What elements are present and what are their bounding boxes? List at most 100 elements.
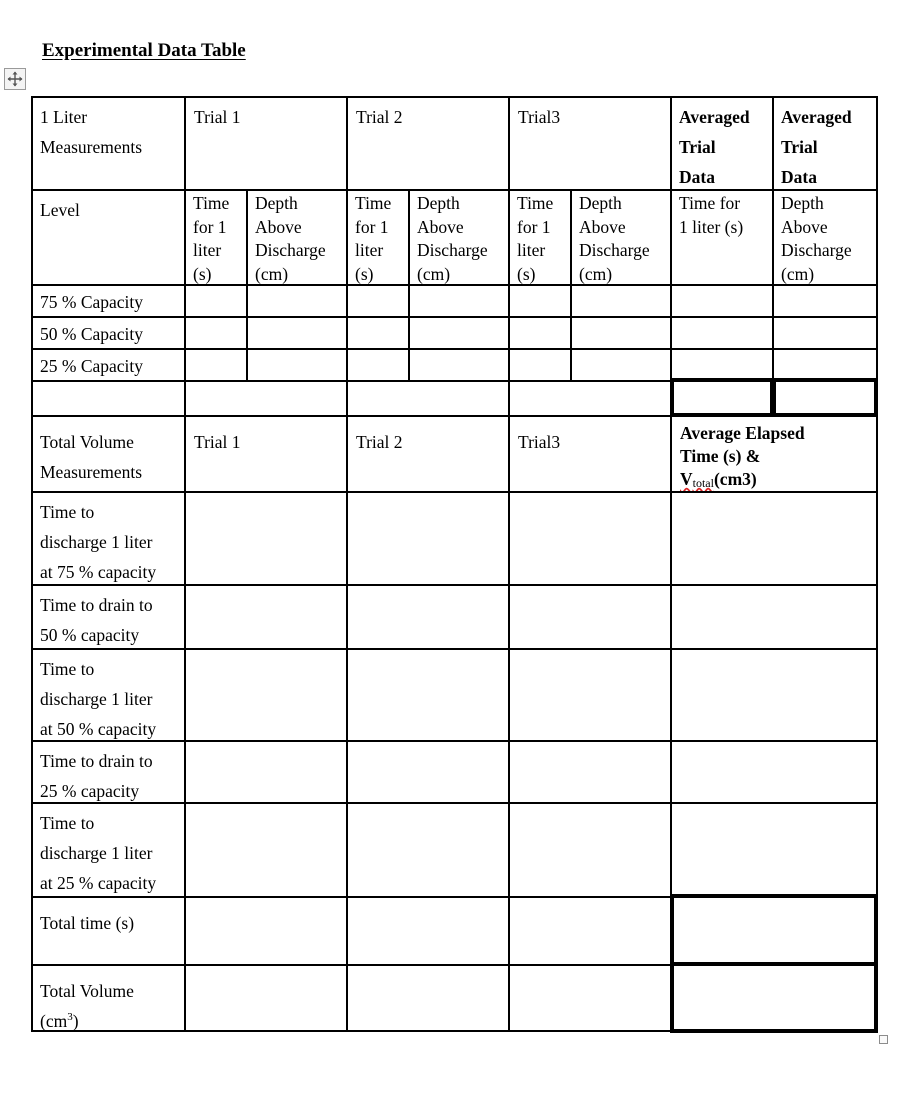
data-entry-cell[interactable] bbox=[347, 318, 409, 348]
data-entry-cell[interactable] bbox=[509, 493, 671, 584]
spacer-cell[interactable] bbox=[509, 382, 671, 415]
data-entry-cell[interactable] bbox=[773, 318, 876, 348]
data-entry-cell[interactable] bbox=[185, 742, 347, 802]
data-entry-cell[interactable] bbox=[185, 898, 347, 964]
data-entry-cell[interactable] bbox=[509, 742, 671, 802]
subheader-line: Above bbox=[417, 216, 464, 237]
average-entry-cell[interactable] bbox=[671, 804, 876, 896]
subheader-trial2-time: Time for 1 liter (s) bbox=[347, 191, 409, 284]
data-entry-cell[interactable] bbox=[347, 586, 509, 648]
spacer-cell[interactable] bbox=[31, 382, 185, 415]
data-entry-cell[interactable] bbox=[185, 586, 347, 648]
capacity-row-label: 75 % Capacity bbox=[40, 292, 144, 312]
trial-label: Trial3 bbox=[518, 107, 561, 127]
subheader-line: Time bbox=[517, 193, 554, 213]
subheader-line: Discharge bbox=[579, 240, 650, 260]
subheader-trial2-depth: Depth Above Discharge (cm) bbox=[409, 191, 509, 284]
emphasis-border bbox=[772, 378, 878, 417]
data-entry-cell[interactable] bbox=[571, 318, 671, 348]
data-entry-cell[interactable] bbox=[671, 286, 773, 316]
data-entry-cell[interactable] bbox=[247, 350, 347, 380]
square-resize-icon[interactable] bbox=[879, 1035, 888, 1044]
data-entry-cell[interactable] bbox=[185, 318, 247, 348]
data-entry-cell[interactable] bbox=[347, 350, 409, 380]
row-label-line: Time to bbox=[40, 502, 95, 522]
subheader-trial3-time: Time for 1 liter (s) bbox=[509, 191, 571, 284]
data-entry-cell[interactable] bbox=[185, 493, 347, 584]
capacity-row-label: 25 % Capacity bbox=[40, 356, 144, 376]
data-entry-cell[interactable] bbox=[347, 966, 509, 1031]
subheader-line: 1 liter (s) bbox=[679, 216, 744, 237]
subheader-line: (cm) bbox=[255, 263, 289, 284]
volume-row-label: Total time (s) bbox=[31, 898, 185, 964]
average-entry-cell[interactable] bbox=[671, 742, 876, 802]
subheader-line: Depth bbox=[417, 193, 460, 213]
averaged-line: Trial bbox=[781, 137, 818, 157]
data-entry-cell[interactable] bbox=[409, 286, 509, 316]
average-entry-cell[interactable] bbox=[671, 586, 876, 648]
trial-label: Trial 1 bbox=[194, 107, 241, 127]
subheader-line: Discharge bbox=[781, 240, 852, 260]
data-entry-cell[interactable] bbox=[347, 650, 509, 740]
data-entry-cell[interactable] bbox=[671, 350, 773, 380]
table-border bbox=[408, 189, 410, 380]
averaged-line: Trial bbox=[679, 137, 716, 157]
average-vtotal-line: Vtotal(cm3) bbox=[680, 468, 868, 491]
data-entry-cell[interactable] bbox=[185, 286, 247, 316]
data-entry-cell[interactable] bbox=[509, 650, 671, 740]
s2-header-trial-3: Trial3 bbox=[509, 417, 671, 491]
table-border bbox=[31, 189, 877, 191]
data-entry-cell[interactable] bbox=[509, 898, 671, 964]
spacer-cell[interactable] bbox=[185, 382, 347, 415]
table-border bbox=[31, 648, 877, 650]
subheader-line: Time for bbox=[679, 193, 741, 213]
s2-header-average: Average Elapsed Time (s) & Vtotal(cm3) bbox=[671, 417, 876, 491]
data-entry-cell[interactable] bbox=[409, 318, 509, 348]
data-entry-cell[interactable] bbox=[247, 318, 347, 348]
data-entry-cell[interactable] bbox=[347, 898, 509, 964]
average-entry-cell[interactable] bbox=[671, 650, 876, 740]
subheader-line: liter bbox=[517, 240, 546, 260]
table-border bbox=[570, 189, 572, 380]
average-entry-cell[interactable] bbox=[671, 493, 876, 584]
data-entry-cell[interactable] bbox=[185, 966, 347, 1031]
data-entry-cell[interactable] bbox=[185, 804, 347, 896]
data-entry-cell[interactable] bbox=[509, 286, 571, 316]
data-entry-cell[interactable] bbox=[773, 286, 876, 316]
data-entry-cell[interactable] bbox=[509, 966, 671, 1031]
data-entry-cell[interactable] bbox=[509, 350, 571, 380]
unit-close: ) bbox=[72, 1011, 79, 1031]
data-entry-cell[interactable] bbox=[509, 586, 671, 648]
data-entry-cell[interactable] bbox=[773, 350, 876, 380]
spacer-cell[interactable] bbox=[347, 382, 509, 415]
header-label-line: Total Volume bbox=[40, 432, 134, 452]
averaged-line: Averaged bbox=[679, 107, 750, 127]
table-border bbox=[508, 96, 510, 1032]
subheader-line: Above bbox=[781, 216, 828, 237]
subheader-line: Depth bbox=[781, 193, 824, 213]
data-entry-cell[interactable] bbox=[347, 493, 509, 584]
row-label-line: Total Volume bbox=[40, 981, 134, 1001]
experimental-data-table: 1 Liter Measurements Trial 1 Trial 2 Tri… bbox=[0, 0, 920, 1104]
subheader-line: Discharge bbox=[255, 240, 326, 260]
data-entry-cell[interactable] bbox=[571, 286, 671, 316]
volume-row-label: Time to drain to 50 % capacity bbox=[31, 586, 185, 648]
v-symbol: V bbox=[680, 469, 693, 489]
data-entry-cell[interactable] bbox=[347, 742, 509, 802]
data-entry-cell[interactable] bbox=[509, 804, 671, 896]
header-1-liter-measurements: 1 Liter Measurements bbox=[31, 98, 185, 189]
averaged-line: Data bbox=[679, 167, 715, 187]
data-entry-cell[interactable] bbox=[409, 350, 509, 380]
data-entry-cell[interactable] bbox=[347, 286, 409, 316]
row-label-line: Time to drain to bbox=[40, 751, 153, 771]
subheader-line: Time bbox=[355, 193, 392, 213]
data-entry-cell[interactable] bbox=[185, 650, 347, 740]
trial-label: Trial 2 bbox=[356, 107, 403, 127]
subheader-line: for 1 bbox=[517, 216, 551, 237]
data-entry-cell[interactable] bbox=[571, 350, 671, 380]
data-entry-cell[interactable] bbox=[671, 318, 773, 348]
data-entry-cell[interactable] bbox=[347, 804, 509, 896]
data-entry-cell[interactable] bbox=[185, 350, 247, 380]
data-entry-cell[interactable] bbox=[509, 318, 571, 348]
data-entry-cell[interactable] bbox=[247, 286, 347, 316]
